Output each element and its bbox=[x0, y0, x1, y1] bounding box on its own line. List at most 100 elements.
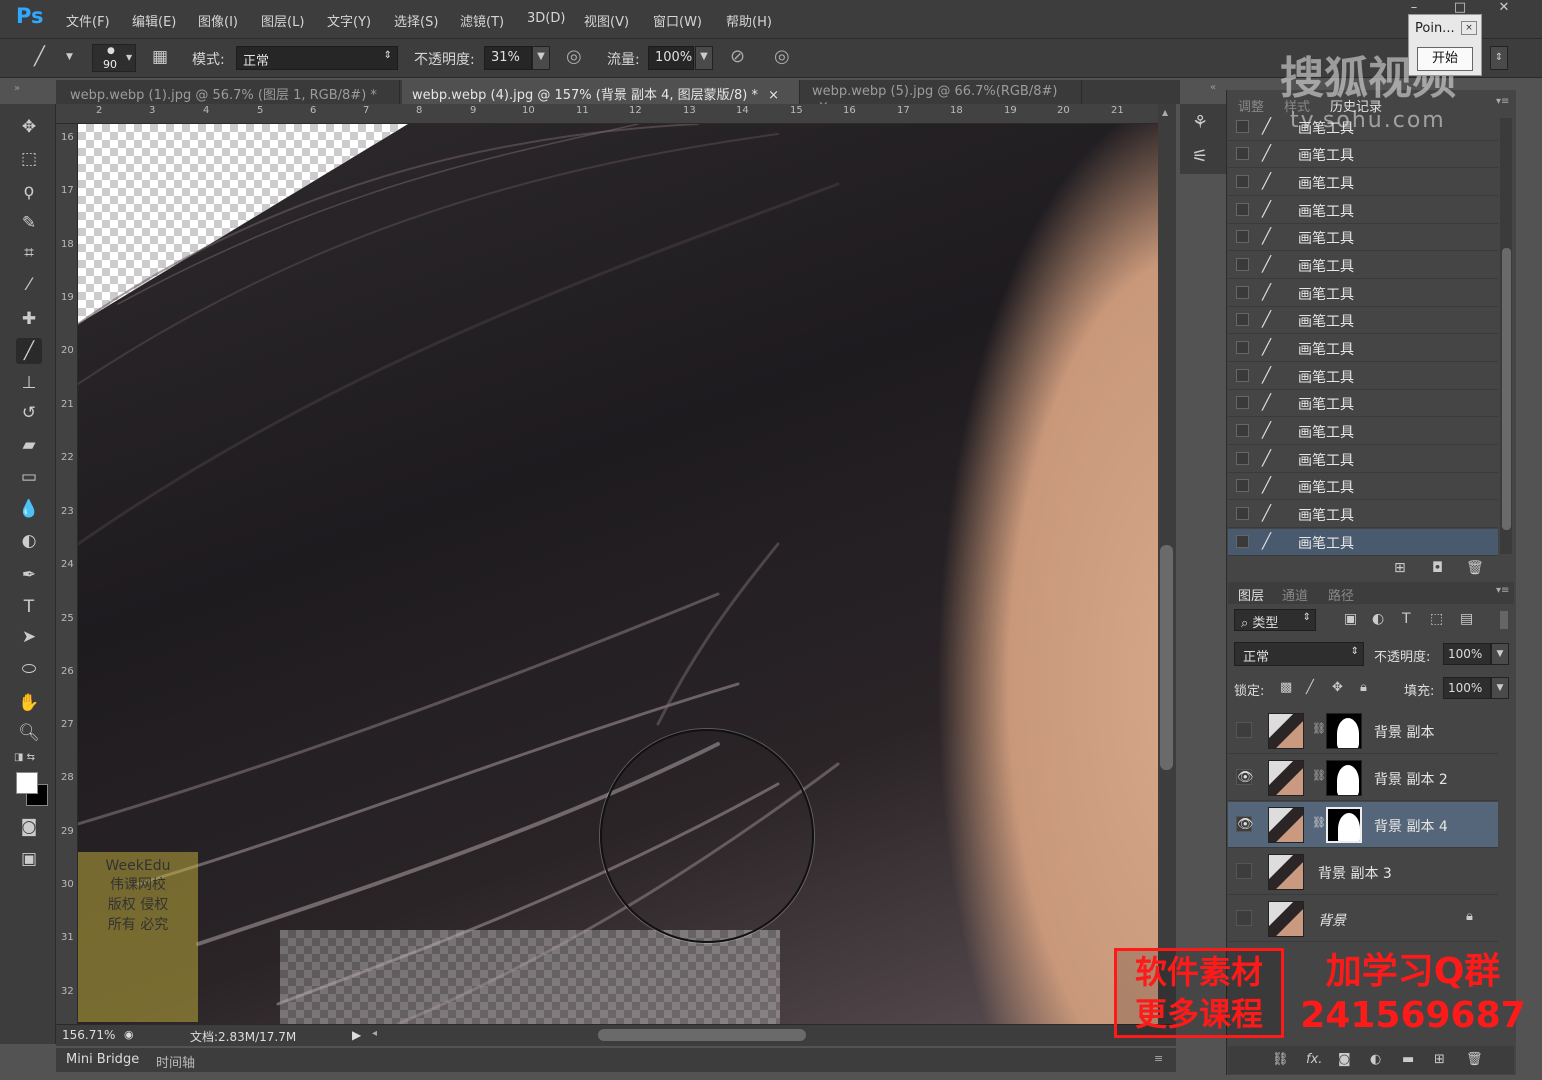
group-folder-icon[interactable]: ▬ bbox=[1402, 1052, 1414, 1067]
brush-tool-icon[interactable]: ╱ bbox=[34, 46, 45, 67]
brush-tool-icon[interactable]: ╱ bbox=[16, 338, 42, 364]
history-checkbox[interactable] bbox=[1236, 286, 1249, 299]
menu-select[interactable]: 选择(S) bbox=[394, 11, 438, 30]
history-checkbox[interactable] bbox=[1236, 535, 1249, 548]
layer-opacity-input[interactable]: 100% bbox=[1443, 643, 1491, 665]
layer-row[interactable]: 背景 🔒︎ bbox=[1228, 896, 1498, 942]
filter-adjustment-icon[interactable]: ◐ bbox=[1372, 611, 1384, 627]
flow-input[interactable]: 100% bbox=[648, 46, 694, 70]
history-checkbox[interactable] bbox=[1236, 507, 1249, 520]
lock-transparent-icon[interactable]: ▩ bbox=[1280, 680, 1292, 695]
opacity-input[interactable]: 31% bbox=[484, 46, 532, 70]
history-checkbox[interactable] bbox=[1236, 341, 1249, 354]
history-scroll-thumb[interactable] bbox=[1502, 248, 1511, 530]
menu-image[interactable]: 图像(I) bbox=[198, 11, 238, 30]
adjustment-layer-icon[interactable]: ◐ bbox=[1370, 1052, 1381, 1067]
history-item[interactable]: ╱ 画笔工具 bbox=[1228, 363, 1498, 390]
close-icon[interactable]: × bbox=[1461, 21, 1477, 35]
menu-filter[interactable]: 滤镜(T) bbox=[460, 11, 504, 30]
camera-icon[interactable]: ◘ bbox=[1432, 560, 1443, 576]
history-checkbox[interactable] bbox=[1236, 424, 1249, 437]
type-tool-icon[interactable]: T bbox=[16, 594, 42, 620]
history-brush-panel-icon[interactable]: ⚘ bbox=[1192, 112, 1208, 133]
tab-timeline[interactable]: 时间轴 bbox=[156, 1052, 195, 1071]
menu-layer[interactable]: 图层(L) bbox=[261, 11, 304, 30]
history-checkbox[interactable] bbox=[1236, 147, 1249, 160]
chain-link-icon[interactable]: ⛓ bbox=[1312, 816, 1326, 829]
shape-tool-icon[interactable]: ⬭ bbox=[16, 656, 42, 682]
tab-doc-3[interactable]: webp.webp (5).jpg @ 66.7%(RGB/8#) × bbox=[802, 80, 1082, 114]
panel-menu-icon[interactable]: ▾≡ bbox=[1496, 585, 1509, 596]
pressure-size-icon[interactable]: ◎ bbox=[774, 46, 790, 67]
horizontal-scroll-thumb[interactable] bbox=[598, 1029, 806, 1041]
move-tool-icon[interactable]: ✥ bbox=[16, 114, 42, 140]
menu-3d[interactable]: 3D(D) bbox=[527, 11, 565, 26]
menu-window[interactable]: 窗口(W) bbox=[653, 11, 702, 30]
filter-smart-object-icon[interactable]: ▤ bbox=[1460, 611, 1473, 627]
new-document-from-state-icon[interactable]: ⊞ bbox=[1394, 560, 1406, 576]
close-icon[interactable]: ✕ bbox=[1482, 0, 1526, 20]
stamp-tool-icon[interactable]: ⊥ bbox=[16, 370, 42, 396]
fill-input[interactable]: 100% bbox=[1443, 677, 1491, 699]
fx-icon[interactable]: fx. bbox=[1306, 1052, 1322, 1067]
vertical-scroll-thumb[interactable] bbox=[1160, 545, 1173, 770]
brush-panel-icon[interactable]: ▦ bbox=[152, 47, 168, 67]
menu-file[interactable]: 文件(F) bbox=[66, 11, 110, 30]
dodge-tool-icon[interactable]: ◐ bbox=[16, 528, 42, 554]
history-item-current[interactable]: ╱ 画笔工具 bbox=[1228, 529, 1498, 556]
layer-row[interactable]: 背景 副本 3 bbox=[1228, 849, 1498, 895]
start-button[interactable]: 开始 bbox=[1417, 47, 1473, 71]
flow-dropdown[interactable]: ▼ bbox=[695, 46, 713, 70]
tab-channels[interactable]: 通道 bbox=[1282, 585, 1308, 604]
filter-pixel-icon[interactable]: ▣ bbox=[1344, 611, 1357, 627]
history-brush-tool-icon[interactable]: ↺ bbox=[16, 400, 42, 426]
tab-layers[interactable]: 图层 bbox=[1238, 585, 1264, 604]
scroll-up-icon[interactable]: ▲ bbox=[1162, 108, 1168, 117]
zoom-tool-icon[interactable]: 🔍︎ bbox=[16, 720, 42, 746]
lock-pixels-icon[interactable]: ╱ bbox=[1306, 680, 1314, 695]
history-checkbox[interactable] bbox=[1236, 203, 1249, 216]
workspace-dropdown[interactable]: ⇕ bbox=[1490, 46, 1508, 70]
new-layer-icon[interactable]: ⊞ bbox=[1434, 1052, 1445, 1067]
menu-edit[interactable]: 编辑(E) bbox=[132, 11, 176, 30]
visibility-toggle[interactable] bbox=[1236, 722, 1252, 738]
history-item[interactable]: ╱ 画笔工具 bbox=[1228, 252, 1498, 279]
hand-tool-icon[interactable]: ✋ bbox=[16, 690, 42, 716]
tab-adjustments[interactable]: 调整 bbox=[1238, 96, 1264, 115]
foreground-color-swatch[interactable] bbox=[16, 772, 38, 794]
chain-link-icon[interactable]: ⛓ bbox=[1312, 769, 1326, 782]
layer-row[interactable]: ⛓ 背景 副本 bbox=[1228, 708, 1498, 754]
quick-select-tool-icon[interactable]: ✎ bbox=[16, 210, 42, 236]
lock-all-icon[interactable]: 🔒︎ bbox=[1360, 680, 1367, 695]
eraser-tool-icon[interactable]: ▰ bbox=[16, 432, 42, 458]
link-layers-icon[interactable]: ⛓ bbox=[1272, 1052, 1289, 1067]
history-checkbox[interactable] bbox=[1236, 313, 1249, 326]
visibility-toggle[interactable] bbox=[1236, 910, 1252, 926]
history-item[interactable]: ╱ 画笔工具 bbox=[1228, 418, 1498, 445]
tab-doc-1[interactable]: webp.webp (1).jpg @ 56.7% (图层 1, RGB/8#)… bbox=[60, 80, 400, 118]
menu-view[interactable]: 视图(V) bbox=[584, 11, 629, 30]
history-checkbox[interactable] bbox=[1236, 230, 1249, 243]
collapse-right-icon[interactable]: « bbox=[1210, 82, 1216, 93]
filter-shape-icon[interactable]: ⬚ bbox=[1430, 611, 1443, 627]
trash-icon[interactable]: 🗑︎ bbox=[1466, 560, 1484, 576]
history-item[interactable]: ╱ 画笔工具 bbox=[1228, 390, 1498, 417]
trash-icon[interactable]: 🗑︎ bbox=[1466, 1052, 1483, 1067]
status-info-icon[interactable]: ◉ bbox=[124, 1028, 134, 1041]
crop-tool-icon[interactable]: ⌗ bbox=[16, 240, 42, 266]
tab-mini-bridge[interactable]: Mini Bridge bbox=[66, 1052, 139, 1067]
screen-mode-icon[interactable]: ▣ bbox=[16, 846, 42, 872]
layer-row[interactable]: 👁︎ ⛓ 背景 副本 2 bbox=[1228, 755, 1498, 801]
scroll-left-icon[interactable]: ◂ bbox=[372, 1028, 377, 1039]
tab-close-icon[interactable]: × bbox=[768, 88, 779, 103]
fill-dropdown[interactable]: ▼ bbox=[1491, 677, 1509, 699]
history-item[interactable]: ╱ 画笔工具 bbox=[1228, 224, 1498, 251]
layer-filter-select[interactable]: ⌕ 类型 ⇕ bbox=[1234, 609, 1316, 631]
chain-link-icon[interactable]: ⛓ bbox=[1312, 722, 1326, 735]
tool-preset-dropdown-icon[interactable]: ▼ bbox=[66, 52, 73, 62]
menu-help[interactable]: 帮助(H) bbox=[726, 11, 772, 30]
tab-paths[interactable]: 路径 bbox=[1328, 585, 1354, 604]
add-mask-icon[interactable]: ◙ bbox=[1338, 1052, 1351, 1067]
history-item[interactable]: ╱ 画笔工具 bbox=[1228, 197, 1498, 224]
path-select-tool-icon[interactable]: ➤ bbox=[16, 624, 42, 650]
